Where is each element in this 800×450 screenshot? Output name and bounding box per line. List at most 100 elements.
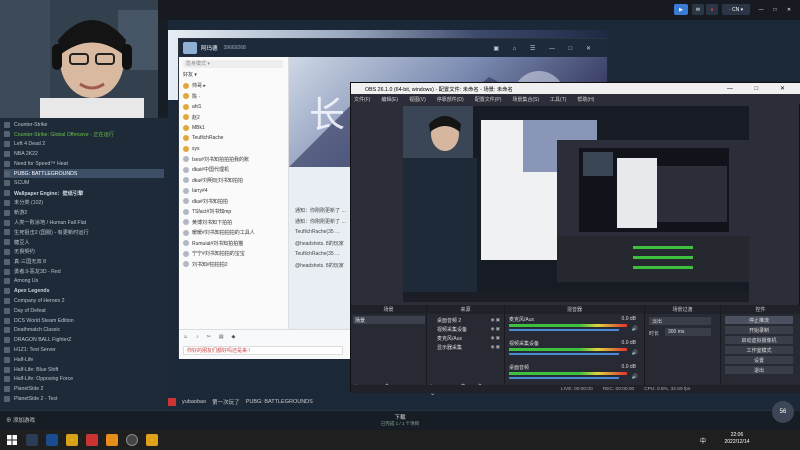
friend-item[interactable]: 宁宁#刘书知拍拍的宝宝 — [183, 249, 287, 258]
voice-icon[interactable]: ♪ — [196, 334, 199, 340]
app4-taskbar-icon[interactable] — [146, 434, 158, 446]
library-game-item[interactable]: 生死狙击2 (国服) - 有更新时运行 — [4, 228, 164, 237]
scene-item[interactable]: 场景 — [353, 316, 425, 324]
obs-menu-item[interactable]: 文件(F) — [354, 96, 370, 103]
friend-item[interactable]: MBk1 — [183, 123, 287, 132]
friend-item[interactable]: TSfact#刘书知mp — [183, 207, 287, 216]
source-item[interactable]: 麦克风/Aux ◉ ▣ — [429, 334, 503, 342]
visibility-icon[interactable]: ◉ ▣ — [491, 344, 500, 350]
minimize-icon[interactable]: — — [756, 4, 766, 15]
friend-item[interactable]: dka#刘书知拍拍 — [183, 197, 287, 206]
chat-input[interactable]: 你好的朋友们都好吗还是来-! — [183, 346, 343, 355]
friend-item[interactable]: dka#刘明玩刘书知拍拍 — [183, 176, 287, 185]
app2-taskbar-icon[interactable] — [86, 434, 98, 446]
obs-menu-item[interactable]: 配置文件(P) — [475, 96, 502, 103]
taskbar-clock[interactable]: 22:06 2022/12/14 — [722, 432, 752, 446]
friend-item[interactable]: 赵2 — [183, 113, 287, 122]
library-game-item[interactable]: Half-Life: Opposing Force — [4, 375, 164, 384]
visibility-icon[interactable]: ◉ ▣ — [491, 317, 500, 323]
friend-item[interactable]: 陈 · — [183, 92, 287, 101]
file-icon[interactable]: ▤ — [219, 334, 224, 340]
obs-taskbar-icon[interactable] — [126, 434, 138, 446]
steam-taskbar-icon[interactable] — [46, 434, 58, 446]
source-item[interactable]: 显示器采集 ◉ ▣ — [429, 343, 503, 351]
obs-menu-item[interactable]: 停靠部件(D) — [437, 96, 464, 103]
obs-menu-item[interactable]: 工具(T) — [550, 96, 566, 103]
library-game-item[interactable]: Half-Life — [4, 355, 164, 364]
close-icon[interactable]: ✕ — [784, 4, 794, 15]
library-game-item[interactable]: PUBG: BATTLEGROUNDS — [4, 169, 164, 178]
source-item[interactable]: 视频采集设备 ◉ ▣ — [429, 325, 503, 333]
app-taskbar-icon[interactable] — [66, 434, 78, 446]
download-status[interactable]: 下载 已完成 1 / 1 个项目 — [380, 413, 420, 427]
chat-avatar[interactable] — [183, 42, 197, 54]
screenshot-icon[interactable]: ✂ — [207, 334, 211, 340]
ime-indicator[interactable]: 中 — [700, 436, 706, 445]
friend-item[interactable]: TeufilchRache — [183, 134, 287, 143]
library-game-item[interactable]: 未分类 (102) — [4, 198, 164, 207]
library-game-item[interactable]: Apex Legends — [4, 287, 164, 296]
library-game-item[interactable]: 人类一败涂地 / Human Fall Flat — [4, 218, 164, 227]
wallet-button[interactable]: · CN ▾ — [722, 4, 750, 15]
emoji-icon[interactable]: ☺ — [183, 334, 188, 340]
obs-menu-item[interactable]: 场景集合(S) — [512, 96, 539, 103]
maximize-icon[interactable]: □ — [770, 4, 780, 15]
library-game-item[interactable]: Left 4 Dead 2 — [4, 140, 164, 149]
friend-item[interactable]: dkai#中国代理机 — [183, 165, 287, 174]
speaker-icon[interactable]: 🔊 — [632, 374, 638, 380]
friend-item[interactable]: 帅哥 ▸ — [183, 81, 287, 90]
visibility-icon[interactable]: ◉ ▣ — [491, 326, 500, 332]
visibility-icon[interactable]: ◉ ▣ — [491, 335, 500, 341]
obs-window-controls[interactable]: — □ ✕ — [727, 85, 795, 92]
friend-item[interactable]: Iarry#4 — [183, 186, 287, 195]
transition-duration-input[interactable]: 300 ms — [665, 328, 711, 336]
volume-slider[interactable] — [509, 353, 619, 355]
friend-item[interactable]: 黄博刘书知下拍拍 — [183, 218, 287, 227]
library-game-item[interactable]: Need for Speed™ Heat — [4, 159, 164, 168]
library-game-item[interactable]: Half-Life: Blue Shift — [4, 365, 164, 374]
library-game-item[interactable]: Day of Defeat — [4, 306, 164, 315]
activity-game[interactable]: PUBG: BATTLEGROUNDS — [246, 399, 313, 405]
volume-slider[interactable] — [509, 377, 619, 379]
gift-icon[interactable]: ◆ — [232, 334, 236, 340]
speaker-icon[interactable]: 🔊 — [632, 326, 638, 332]
obs-menu-item[interactable]: 帮助(H) — [577, 96, 594, 103]
library-game-item[interactable]: NBA 2K22 — [4, 149, 164, 158]
library-game-item[interactable]: Company of Heroes 2 — [4, 296, 164, 305]
friend-item[interactable]: 暖暖#刘书知拍拍拍的工具人 — [183, 228, 287, 237]
chat-window-controls[interactable]: ▣ ⌂ ☰ — □ ✕ — [493, 45, 597, 52]
obs-menu-item[interactable]: 视图(V) — [409, 96, 426, 103]
transition-type-select[interactable]: 淡出 — [649, 317, 711, 325]
library-game-item[interactable]: Wallpaper Engine：壁纸引擎 — [4, 189, 164, 198]
library-game-item[interactable]: DCS World Steam Edition — [4, 316, 164, 325]
obs-control-button[interactable]: 设置 — [725, 356, 793, 364]
library-game-item[interactable]: 新游2 — [4, 208, 164, 217]
source-item[interactable]: 桌面音频 2 ◉ ▣ — [429, 316, 503, 324]
obs-preview[interactable] — [403, 106, 749, 302]
friend-item[interactable]: 刘书知#拍拍拍2 — [183, 260, 287, 269]
library-game-item[interactable]: H1Z1: Test Server — [4, 345, 164, 354]
library-game-item[interactable]: 真·三国无双 8 — [4, 257, 164, 266]
library-game-item[interactable]: 糖豆人 — [4, 238, 164, 247]
speaker-icon[interactable]: 🔊 — [632, 350, 638, 356]
friends-chat-button[interactable]: 56 — [772, 401, 794, 423]
friends-group-head[interactable]: 好友 ▾ — [183, 71, 197, 78]
friends-search-input[interactable]: 隐身模式 ▾ — [183, 60, 283, 68]
library-game-item[interactable]: DRAGON BALL FighterZ — [4, 336, 164, 345]
app3-taskbar-icon[interactable] — [106, 434, 118, 446]
library-game-item[interactable]: PlanetSide 2 - Test — [4, 394, 164, 403]
add-game-button[interactable]: ⊕ 添加游戏 — [6, 416, 35, 424]
friend-item[interactable]: ahl1 — [183, 102, 287, 111]
obs-control-button[interactable]: 停止推流 — [725, 316, 793, 324]
friend-item[interactable]: Ises#刘书知拍拍拍我的账 — [183, 155, 287, 164]
steam-broadcast-button[interactable]: ▶ — [674, 4, 688, 15]
obs-menu-item[interactable]: 编辑(E) — [381, 96, 398, 103]
obs-control-button[interactable]: 工作室模式 — [725, 346, 793, 354]
library-game-item[interactable]: Counter-Strike — [4, 120, 164, 129]
library-game-item[interactable]: Counter-Strike: Global Offensive - 正在运行 — [4, 130, 164, 139]
library-game-item[interactable]: 勇者斗恶龙3D - Red — [4, 267, 164, 276]
obs-control-button[interactable]: 退出 — [725, 366, 793, 374]
task-view-icon[interactable] — [26, 434, 38, 446]
library-game-item[interactable]: Among Us — [4, 277, 164, 286]
chat-tool-icons[interactable]: ☺ ♪ ✂ ▤ ◆ — [183, 334, 235, 340]
